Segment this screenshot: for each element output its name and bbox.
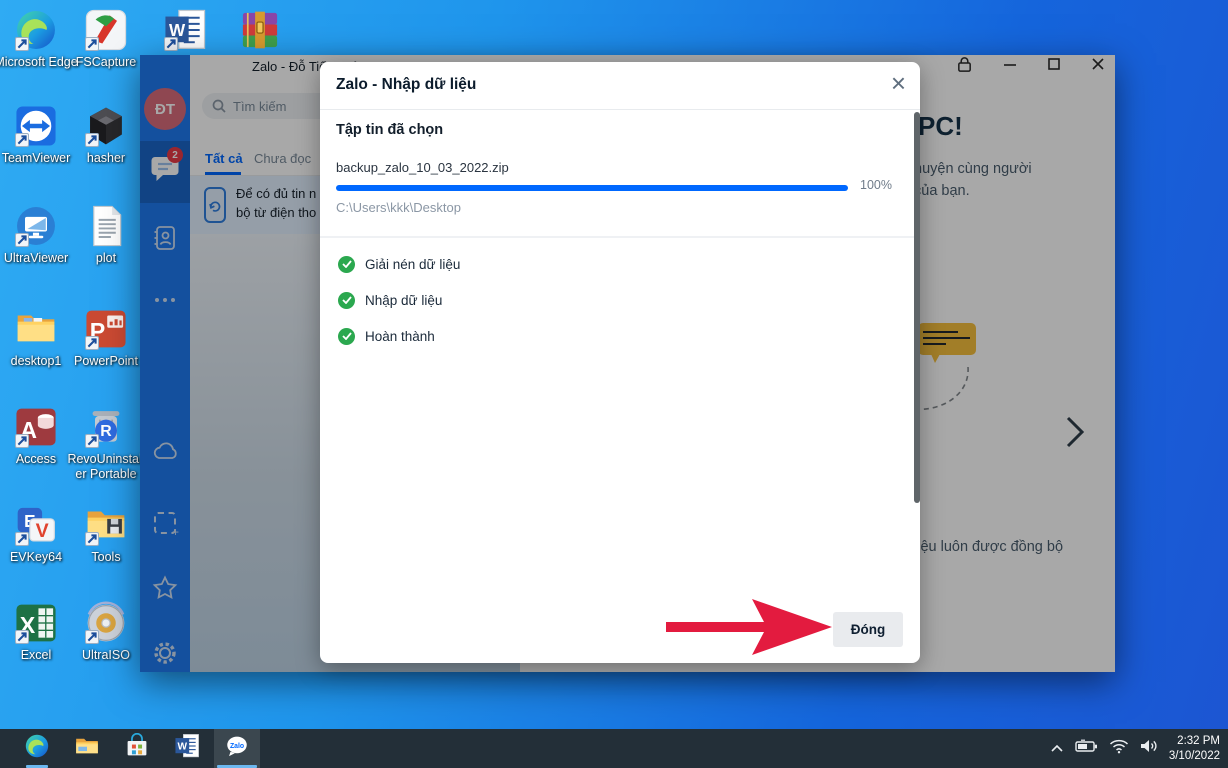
- shortcut-arrow-icon: [15, 434, 29, 448]
- close-dialog-button[interactable]: Đóng: [833, 612, 903, 647]
- system-tray: 2:32 PM 3/10/2022: [1050, 729, 1220, 768]
- progress-percent: 100%: [860, 178, 892, 192]
- wifi-icon[interactable]: [1109, 739, 1129, 759]
- red-annotation-arrow: [664, 595, 834, 664]
- zalo-icon: Zalo: [224, 733, 250, 764]
- desktop-icon-ultraviewer[interactable]: UltraViewer: [4, 204, 68, 266]
- taskbar-button-word[interactable]: W: [164, 729, 210, 768]
- svg-text:Zalo: Zalo: [230, 743, 244, 750]
- import-step-row: Nhập dữ liệu: [338, 290, 460, 310]
- shortcut-arrow-icon: [85, 37, 99, 51]
- desktop-icon-label: RevoUninstaller Portable: [64, 452, 148, 481]
- desktop-icon-hasher[interactable]: hasher: [74, 104, 138, 166]
- dialog-scrollbar[interactable]: [914, 112, 920, 503]
- taskbar-button-store[interactable]: [114, 729, 160, 768]
- shortcut-arrow-icon: [85, 336, 99, 350]
- svg-text:W: W: [178, 742, 188, 753]
- shortcut-arrow-icon: [164, 37, 178, 51]
- taskbar: W Zalo 2:32 PM 3/10/2022: [0, 729, 1228, 768]
- import-steps: Giải nén dữ liệu Nhập dữ liệu Hoàn thành: [338, 254, 460, 362]
- desktop-icon-tools[interactable]: Tools: [74, 503, 138, 565]
- backup-file-name: backup_zalo_10_03_2022.zip: [336, 160, 509, 175]
- desktop: Microsoft Edge FSCapture W: [0, 0, 1228, 768]
- winrar-icon: [238, 8, 282, 52]
- desktop-icon-label: plot: [64, 251, 148, 266]
- taskbar-items: W Zalo: [14, 729, 264, 768]
- desktop-icon-evkey64[interactable]: EV EVKey64: [4, 503, 68, 565]
- section-heading: Tập tin đã chọn: [336, 122, 443, 138]
- explorer-icon: [74, 733, 100, 764]
- section-divider: [320, 236, 920, 238]
- import-data-dialog: Zalo - Nhập dữ liệu × Tập tin đã chọn ba…: [320, 62, 920, 663]
- clock-date: 3/10/2022: [1169, 749, 1220, 764]
- shortcut-arrow-icon: [15, 133, 29, 147]
- doc-icon: [84, 204, 128, 248]
- taskbar-button-zalo[interactable]: Zalo: [214, 729, 260, 768]
- taskbar-clock[interactable]: 2:32 PM 3/10/2022: [1169, 734, 1220, 764]
- shortcut-arrow-icon: [85, 630, 99, 644]
- folder-files-icon: [14, 307, 58, 351]
- desktop-icon-label: hasher: [64, 151, 148, 166]
- word-icon: W: [174, 733, 200, 764]
- desktop-icon-fscapture[interactable]: FSCapture: [74, 8, 138, 70]
- file-path: C:\Users\kkk\Desktop: [336, 200, 461, 215]
- desktop-icon-powerpoint[interactable]: P PowerPoint: [74, 307, 138, 369]
- volume-icon[interactable]: [1140, 739, 1158, 758]
- shortcut-arrow-icon: [85, 434, 99, 448]
- desktop-icon-teamviewer[interactable]: TeamViewer: [4, 104, 68, 166]
- tray-chevron-icon[interactable]: [1050, 740, 1064, 758]
- edge-icon: [24, 733, 50, 764]
- desktop-icon-revouninstaller-portable[interactable]: R RevoUninstaller Portable: [74, 405, 138, 481]
- desktop-icon-winrar[interactable]: [228, 8, 292, 52]
- desktop-icon-microsoft-edge[interactable]: Microsoft Edge: [4, 8, 68, 70]
- store-icon: [124, 733, 150, 764]
- shortcut-arrow-icon: [15, 37, 29, 51]
- shortcut-arrow-icon: [15, 233, 29, 247]
- taskbar-button-explorer[interactable]: [64, 729, 110, 768]
- shortcut-arrow-icon: [15, 532, 29, 546]
- dialog-title: Zalo - Nhập dữ liệu: [336, 76, 476, 94]
- desktop-icon-desktop1[interactable]: desktop1: [4, 307, 68, 369]
- dialog-header: Zalo - Nhập dữ liệu ×: [320, 62, 920, 110]
- check-circle-icon: [338, 328, 355, 345]
- import-step-row: Giải nén dữ liệu: [338, 254, 460, 274]
- desktop-icon-access[interactable]: A Access: [4, 405, 68, 467]
- desktop-icon-label: PowerPoint: [64, 354, 148, 369]
- desktop-icon-ultraiso[interactable]: UltraISO: [74, 601, 138, 663]
- check-circle-icon: [338, 292, 355, 309]
- desktop-icon-label: Tools: [64, 550, 148, 565]
- desktop-icon-label: UltraISO: [64, 648, 148, 663]
- desktop-icon-plot[interactable]: plot: [74, 204, 138, 266]
- battery-icon[interactable]: [1075, 739, 1098, 758]
- shortcut-arrow-icon: [85, 532, 99, 546]
- svg-text:V: V: [36, 520, 49, 542]
- clock-time: 2:32 PM: [1169, 734, 1220, 749]
- zalo-window: ĐT 2 + Zalo - Đỗ: [140, 55, 1115, 672]
- shortcut-arrow-icon: [15, 630, 29, 644]
- shortcut-arrow-icon: [85, 133, 99, 147]
- taskbar-button-edge[interactable]: [14, 729, 60, 768]
- desktop-icon-excel[interactable]: X Excel: [4, 601, 68, 663]
- desktop-icon-word-shortcut[interactable]: W: [153, 8, 217, 52]
- progress-bar: [336, 185, 848, 191]
- import-step-row: Hoàn thành: [338, 326, 460, 346]
- dialog-close-icon[interactable]: ×: [891, 68, 906, 99]
- svg-text:R: R: [100, 423, 112, 440]
- desktop-icon-label: FSCapture: [64, 55, 148, 70]
- check-circle-icon: [338, 256, 355, 273]
